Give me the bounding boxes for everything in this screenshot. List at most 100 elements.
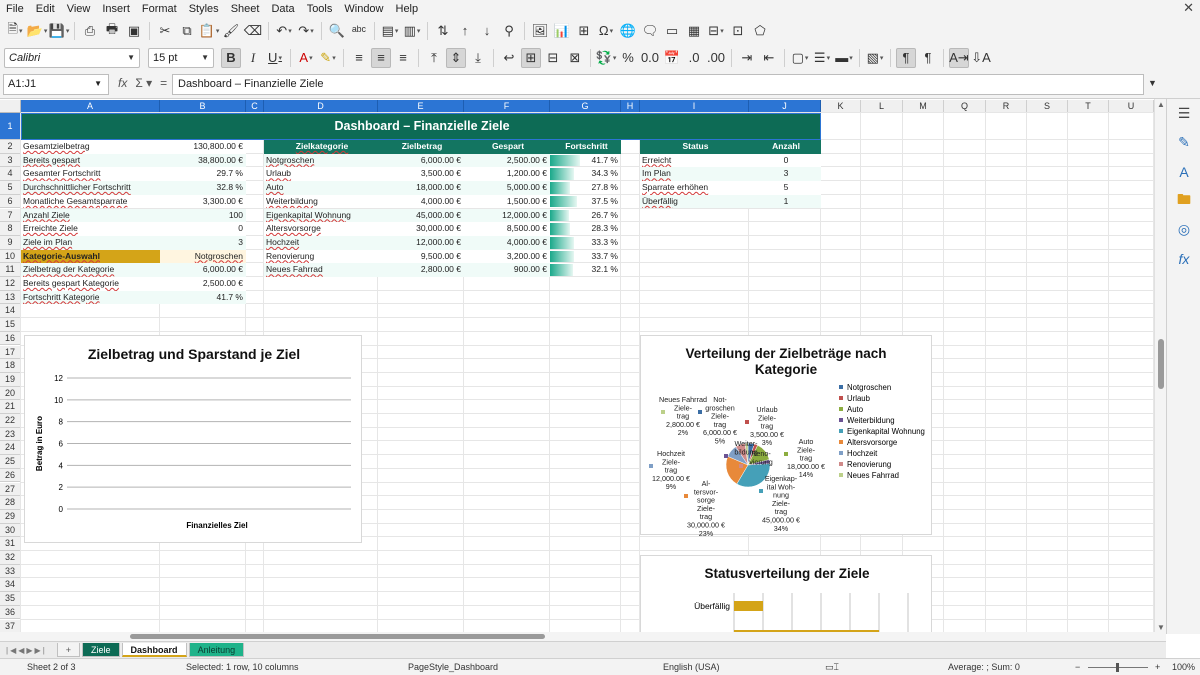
scroll-up-icon[interactable]: ▲ — [1157, 100, 1165, 109]
spelling-icon[interactable]: ᵃᵇᶜ — [349, 21, 369, 41]
bold-icon[interactable]: B — [221, 47, 241, 68]
row-header-21[interactable]: 21 — [0, 400, 21, 414]
dashboard-title[interactable]: Dashboard – Finanzielle Ziele — [21, 113, 821, 140]
date-format-icon[interactable]: 📅 — [662, 48, 682, 68]
pie-chart-verteilung[interactable]: Verteilung der Zielbeträge nach Kategori… — [640, 335, 932, 536]
row-header-31[interactable]: 31 — [0, 537, 21, 551]
zoom-level[interactable]: 100% — [1172, 662, 1195, 672]
selection-mode-icon[interactable]: ▭⌶ — [825, 662, 839, 673]
currency-format-icon[interactable]: 💱 ▾ — [596, 48, 617, 68]
sidebar-menu-icon[interactable]: ☰ — [1167, 99, 1200, 128]
merge-center-icon[interactable]: ⊞ — [521, 47, 541, 68]
row-header-7[interactable]: 7 — [0, 208, 21, 223]
align-left-icon[interactable]: ≡ — [349, 48, 369, 68]
row-header-13[interactable]: 13 — [0, 290, 21, 305]
scroll-down-icon[interactable]: ▼ — [1157, 623, 1165, 632]
menu-format[interactable]: Format — [136, 3, 183, 15]
row-header-28[interactable]: 28 — [0, 496, 21, 510]
sort-icon[interactable]: ⇅ — [433, 21, 453, 41]
headers-footers-icon[interactable]: ▭ — [662, 21, 682, 41]
column-icon[interactable]: ▥ ▾ — [402, 21, 422, 41]
copy-icon[interactable]: ⧉ — [177, 21, 197, 41]
freeze-rows-columns-icon[interactable]: ⊟ ▾ — [706, 21, 726, 41]
print-icon[interactable]: 🖶 — [102, 21, 122, 41]
merge-cells-icon[interactable]: ⊟ — [543, 48, 563, 68]
add-sheet-icon[interactable]: + — [56, 643, 81, 657]
row-header-34[interactable]: 34 — [0, 578, 21, 593]
row-header-33[interactable]: 33 — [0, 564, 21, 579]
highlight-color-icon[interactable]: ✎ ▾ — [318, 48, 338, 68]
tab-navigation-icon[interactable]: |◀◀▶▶| — [6, 646, 47, 655]
tab-dashboard[interactable]: Dashboard — [121, 643, 187, 657]
delete-decimal-icon[interactable]: .00 — [706, 48, 726, 68]
expand-formula-bar-icon[interactable]: ▼ — [1148, 78, 1157, 88]
comment-icon[interactable]: 🗨 — [640, 21, 660, 41]
formula-icon[interactable]: = — [160, 76, 167, 90]
split-window-icon[interactable]: ⊡ — [728, 21, 748, 41]
insert-image-icon[interactable]: 🖼 — [530, 21, 550, 41]
underline-icon[interactable]: U ▾ — [265, 48, 285, 68]
menu-view[interactable]: View — [61, 3, 97, 15]
row-header-25[interactable]: 25 — [0, 455, 21, 469]
border-style-icon[interactable]: ☰ ▾ — [812, 48, 832, 68]
font-name-combo[interactable]: Calibri ▼ — [4, 47, 140, 68]
row-header-30[interactable]: 30 — [0, 523, 21, 538]
align-bottom-icon[interactable]: ⤓ — [468, 48, 488, 68]
name-box[interactable]: A1:J1 ▼ — [3, 74, 109, 95]
function-wizard-icon[interactable]: fx — [118, 76, 127, 90]
number-format-icon[interactable]: 0.0 — [640, 48, 660, 68]
spreadsheet-grid[interactable]: A B C D E F G H I J K L M Q R S T U 1 2 3 4 5 6 7 8 9 10 11 12 13 14 15 1… — [0, 100, 1154, 632]
row-header-37[interactable]: 37 — [0, 619, 21, 632]
row-header-3[interactable]: 3 — [0, 153, 21, 168]
sum-icon[interactable]: Σ ▾ — [135, 76, 152, 90]
menu-insert[interactable]: Insert — [96, 3, 136, 15]
define-print-area-icon[interactable]: ▦ — [684, 21, 704, 41]
new-document-icon[interactable]: 🗎 ▾ — [5, 21, 25, 41]
sort-ascending-icon[interactable]: ↑ — [455, 21, 475, 41]
row-header-23[interactable]: 23 — [0, 427, 21, 442]
language[interactable]: English (USA) — [663, 662, 720, 672]
row-header-24[interactable]: 24 — [0, 441, 21, 456]
wrap-text-icon[interactable]: ↩ — [499, 48, 519, 68]
row-icon[interactable]: ▤ ▾ — [380, 21, 400, 41]
right-to-left-icon[interactable]: ¶ — [918, 48, 938, 68]
formula-input[interactable]: Dashboard – Finanzielle Ziele — [172, 74, 1144, 95]
menu-sheet[interactable]: Sheet — [225, 3, 266, 15]
increase-indent-icon[interactable]: ⇥ — [737, 48, 757, 68]
cut-icon[interactable]: ✂ — [155, 21, 175, 41]
page-style[interactable]: PageStyle_Dashboard — [408, 662, 498, 672]
align-center-icon[interactable]: ≡ — [371, 47, 391, 68]
row-header-15[interactable]: 15 — [0, 318, 21, 332]
border-color-icon[interactable]: ▬ ▾ — [834, 48, 854, 68]
row-header-2[interactable]: 2 — [0, 140, 21, 154]
row-header-6[interactable]: 6 — [0, 194, 21, 209]
row-header-35[interactable]: 35 — [0, 592, 21, 606]
menu-help[interactable]: Help — [390, 3, 425, 15]
row-header-36[interactable]: 36 — [0, 605, 21, 620]
menu-edit[interactable]: Edit — [30, 3, 61, 15]
redo-icon[interactable]: ↷ ▾ — [296, 21, 316, 41]
conditional-format-icon[interactable]: ▧ ▾ — [865, 48, 885, 68]
sort-descending-icon[interactable]: ↓ — [477, 21, 497, 41]
row-header-12[interactable]: 12 — [0, 277, 21, 291]
navigator-icon[interactable]: ◎ — [1167, 215, 1200, 244]
find-replace-icon[interactable]: 🔍 — [327, 21, 347, 41]
status-bar[interactable] — [734, 601, 763, 611]
row-header-20[interactable]: 20 — [0, 386, 21, 401]
row-header-32[interactable]: 32 — [0, 551, 21, 565]
menu-window[interactable]: Window — [338, 3, 389, 15]
unmerge-cells-icon[interactable]: ⊠ — [565, 48, 585, 68]
decrease-indent-icon[interactable]: ⇤ — [759, 48, 779, 68]
bar-chart-status[interactable]: Statusverteilung der ZieleÜberfälligSpar… — [640, 555, 932, 632]
vertical-scrollbar[interactable]: ▲ ▼ — [1154, 99, 1166, 634]
row-header-14[interactable]: 14 — [0, 304, 21, 319]
clone-formatting-icon[interactable]: 🖌 — [221, 21, 241, 41]
row-header-27[interactable]: 27 — [0, 482, 21, 497]
align-right-icon[interactable]: ≡ — [393, 48, 413, 68]
menu-tools[interactable]: Tools — [301, 3, 339, 15]
row-header-8[interactable]: 8 — [0, 222, 21, 236]
font-size-combo[interactable]: 15 pt ▼ — [148, 47, 214, 68]
export-pdf-icon[interactable]: ⎙ — [80, 21, 100, 41]
row-header-22[interactable]: 22 — [0, 414, 21, 428]
row-header-10[interactable]: 10 — [0, 249, 21, 264]
